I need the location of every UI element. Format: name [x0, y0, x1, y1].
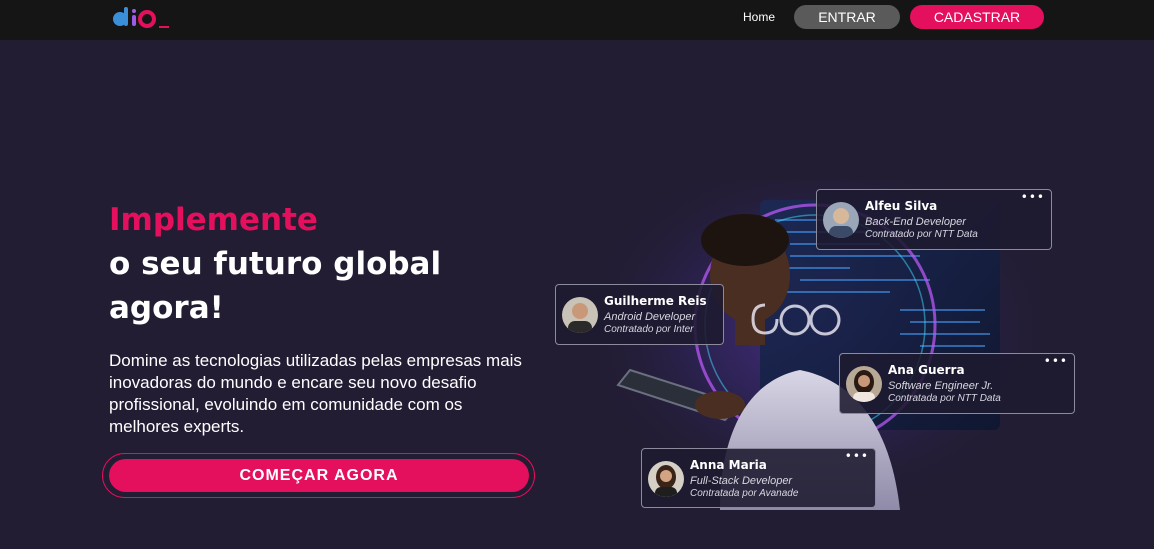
card-role: Back-End Developer — [865, 216, 966, 228]
avatar — [823, 202, 859, 238]
testimonial-card: Anna Maria Full-Stack Developer Contrata… — [641, 448, 876, 508]
card-name: Alfeu Silva — [865, 199, 938, 213]
card-role: Full-Stack Developer — [690, 475, 793, 487]
avatar — [846, 366, 882, 402]
cta-outline: COMEÇAR AGORA — [102, 453, 535, 498]
hero-title-line-2: o seu futuro global — [109, 246, 442, 282]
card-name: Guilherme Reis — [604, 294, 707, 308]
signup-button[interactable]: CADASTRAR — [910, 5, 1044, 29]
login-button[interactable]: ENTRAR — [794, 5, 900, 29]
more-dots-icon[interactable]: ••• — [1021, 191, 1045, 203]
card-role: Software Engineer Jr. — [888, 380, 994, 392]
testimonial-card: Guilherme Reis Android Developer Contrat… — [555, 284, 724, 345]
testimonial-card: Alfeu Silva Back-End Developer Contratad… — [816, 189, 1052, 250]
card-name: Anna Maria — [690, 458, 767, 472]
card-company: Contratada por Avanade — [690, 488, 799, 499]
hero-title: Implemente o seu futuro global agora! — [109, 198, 441, 330]
dio-logo[interactable] — [110, 5, 172, 31]
card-company: Contratada por NTT Data — [888, 393, 1001, 404]
start-now-button[interactable]: COMEÇAR AGORA — [109, 459, 529, 492]
avatar — [648, 461, 684, 497]
testimonial-card: Ana Guerra Software Engineer Jr. Contrat… — [839, 353, 1075, 414]
more-dots-icon[interactable]: ••• — [845, 450, 869, 462]
hero-title-line-3: agora! — [109, 290, 224, 326]
more-dots-icon[interactable]: ••• — [1044, 355, 1068, 367]
hero-title-accent: Implemente — [109, 202, 318, 238]
card-role: Android Developer — [604, 311, 696, 323]
top-navbar: Home ENTRAR CADASTRAR — [0, 0, 1154, 40]
card-name: Ana Guerra — [888, 363, 965, 377]
card-company: Contratado por NTT Data — [865, 229, 978, 240]
card-company: Contratado por Inter — [604, 324, 694, 335]
nav-home-link[interactable]: Home — [743, 10, 775, 24]
avatar — [562, 297, 598, 333]
hero-description: Domine as tecnologias utilizadas pelas e… — [109, 351, 522, 436]
